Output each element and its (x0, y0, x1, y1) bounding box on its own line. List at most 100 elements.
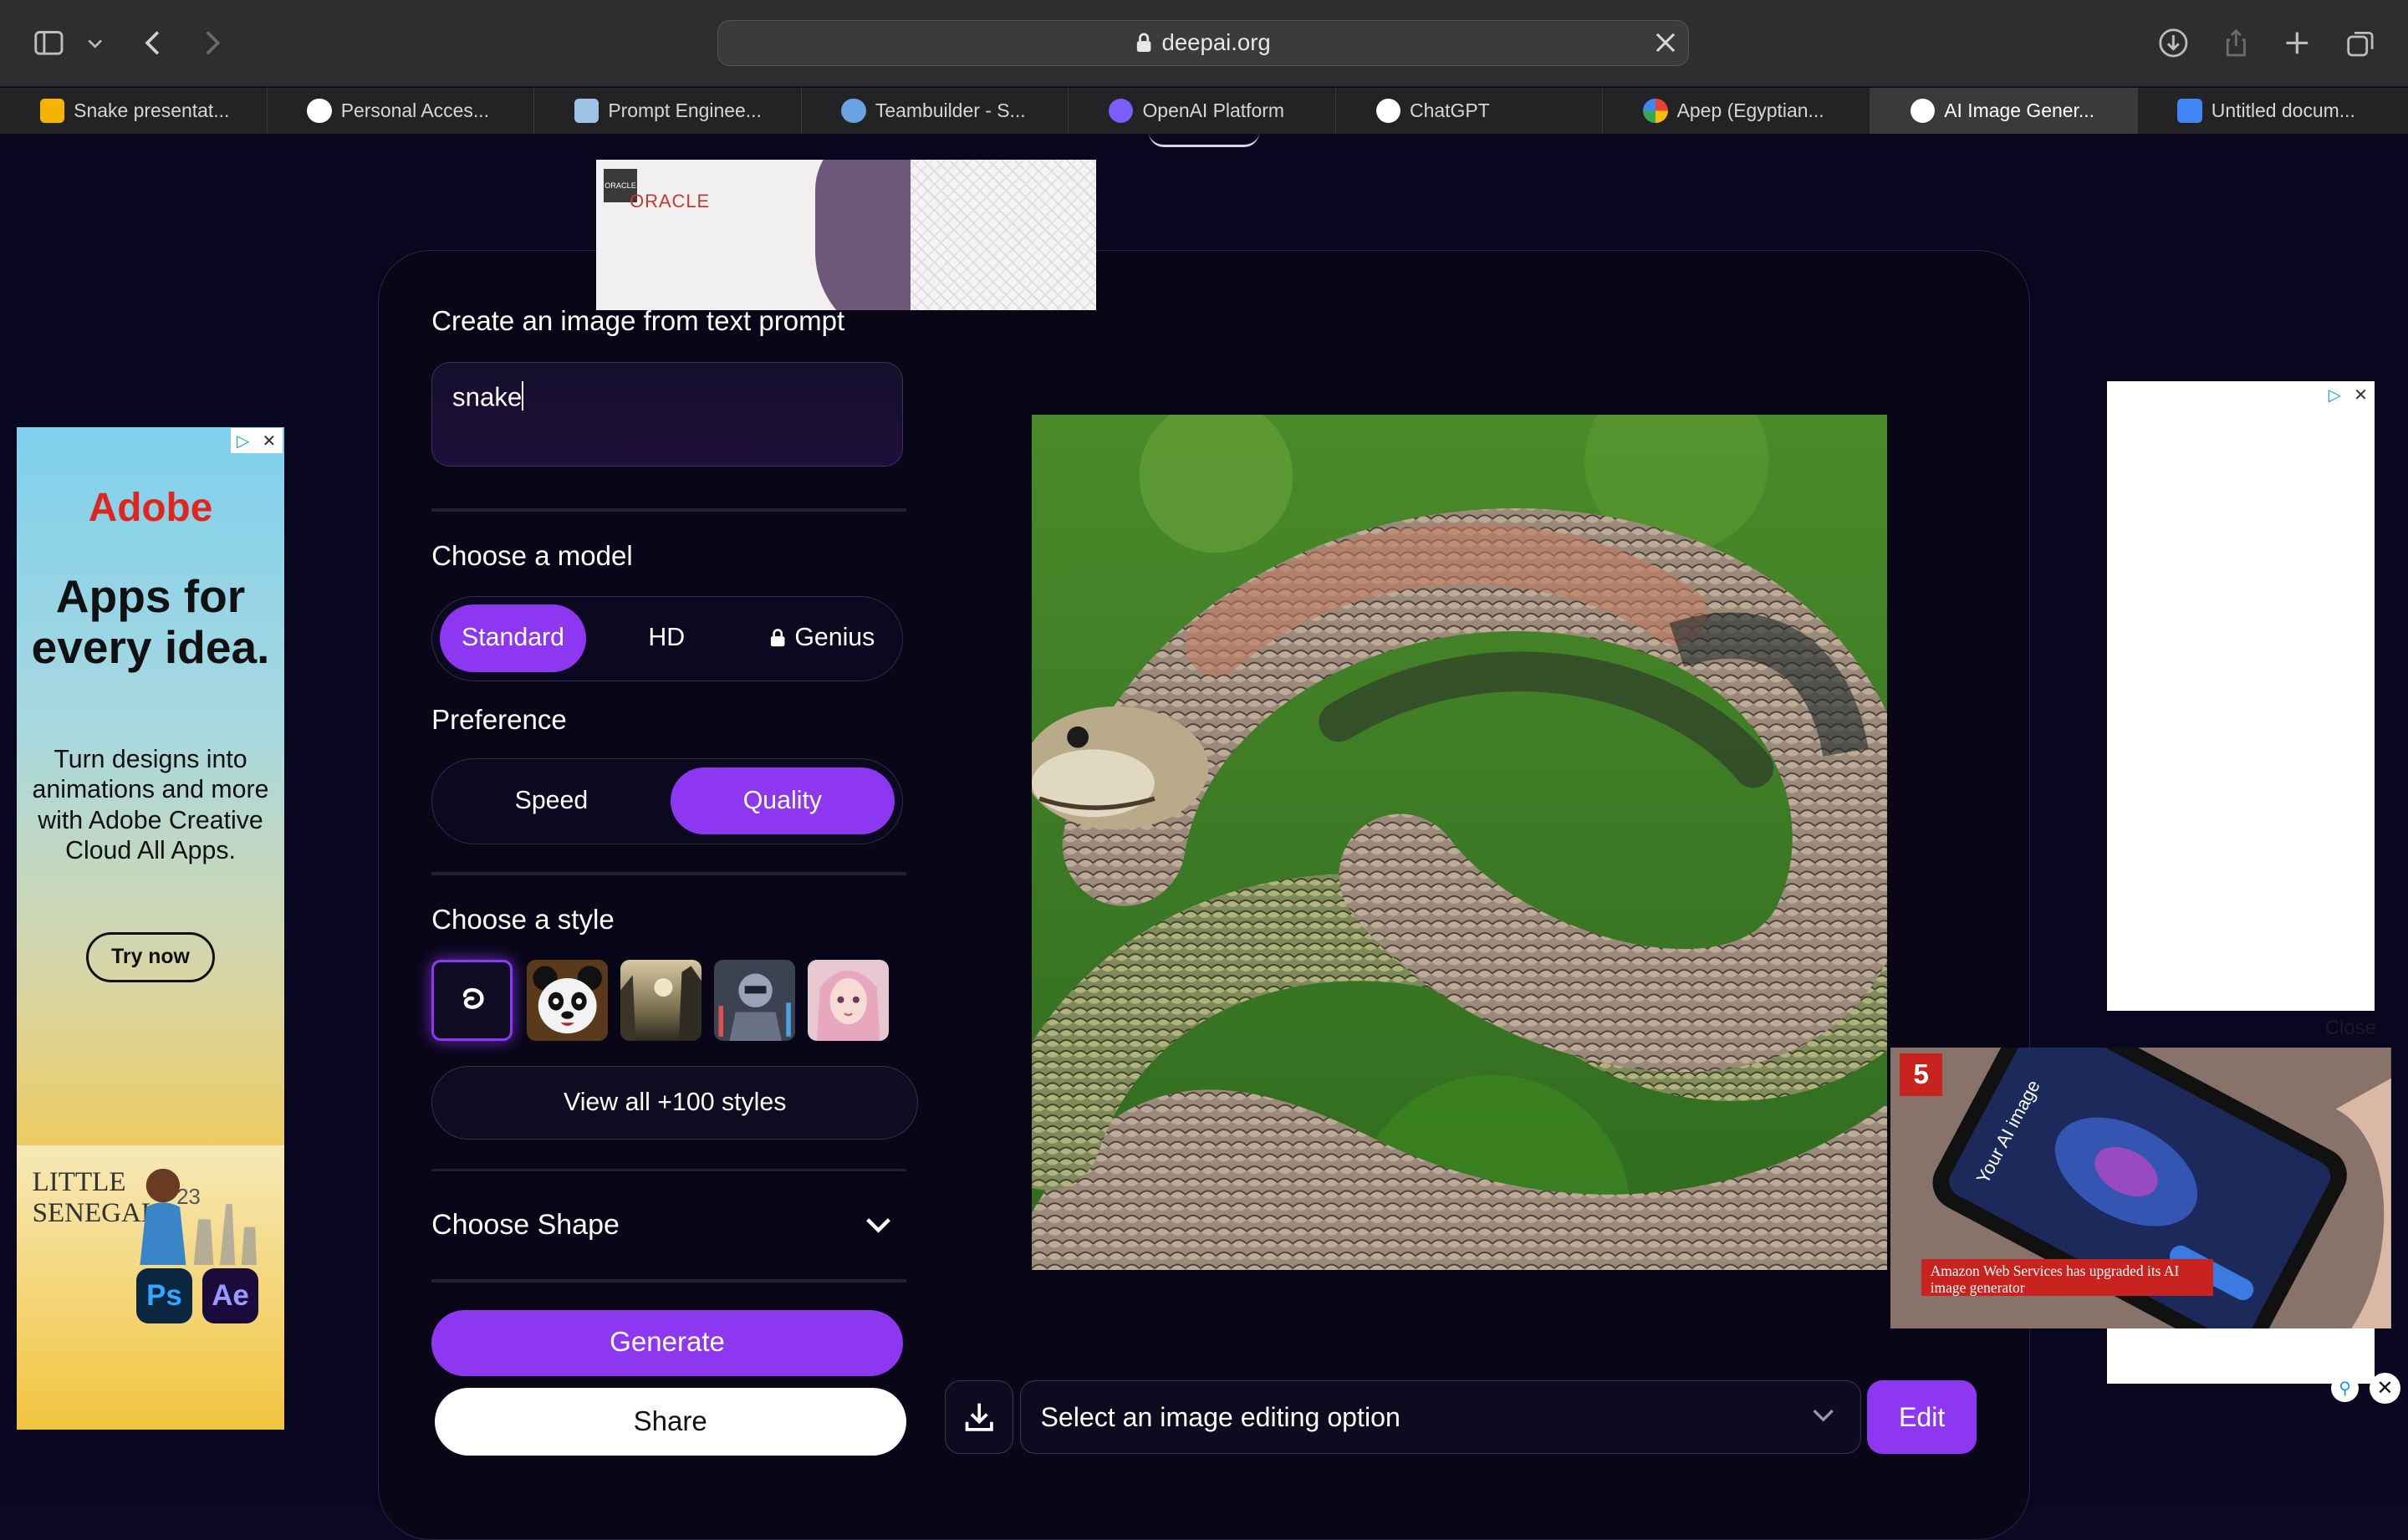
adobe-logo: Adobe (88, 486, 213, 531)
adchoices-triangle-icon: ▷ (236, 431, 250, 451)
text-caret (522, 381, 524, 411)
edit-option-placeholder: Select an image editing option (1040, 1401, 1400, 1432)
lock-icon (770, 629, 785, 647)
edit-button[interactable]: Edit (1867, 1380, 1977, 1455)
clear-url-icon[interactable] (1651, 28, 1679, 56)
adobe-ad[interactable]: Adobe Apps for every idea. Turn designs … (17, 426, 284, 1430)
prompt-input[interactable]: snake (431, 362, 903, 467)
divider (431, 872, 906, 875)
tab-overview-icon[interactable] (2345, 28, 2376, 59)
edit-option-select[interactable]: Select an image editing option (1019, 1380, 1862, 1455)
tab-bar: Snake presentat... Personal Acces... Pro… (0, 87, 2408, 134)
close-icon[interactable]: ✕ (2354, 385, 2368, 405)
channel-5-logo: 5 (1899, 1053, 1943, 1097)
choose-shape-dropdown[interactable]: Choose Shape (431, 1204, 892, 1247)
tab-active[interactable]: AI Image Gener... (1870, 87, 2138, 134)
after-effects-icon: Ae (202, 1268, 258, 1324)
preference-selector: Speed Quality (431, 758, 903, 845)
snake-image-icon (1032, 414, 1888, 1270)
style-fantasy-landscape[interactable] (620, 959, 702, 1042)
deepai-icon (1910, 98, 1936, 123)
model-option-hd[interactable]: HD (601, 604, 732, 672)
divider (431, 507, 906, 512)
genius-label: Genius (794, 624, 875, 652)
tab[interactable]: Prompt Enginee... (534, 87, 802, 134)
ad-info-icon[interactable]: ⚲ (2331, 1374, 2360, 1402)
right-ad-slot[interactable] (2106, 380, 2375, 1011)
chevron-down-icon (866, 1217, 890, 1233)
share-icon[interactable] (2221, 28, 2252, 59)
download-button[interactable] (944, 1380, 1014, 1455)
chatgpt-icon (1375, 98, 1401, 123)
model-label: Choose a model (431, 540, 633, 572)
adchoices-triangle-icon: ▷ (2328, 385, 2342, 405)
tab[interactable]: Personal Acces... (268, 87, 535, 134)
panda-icon (526, 959, 609, 1042)
shape-label: Choose Shape (431, 1209, 620, 1242)
browser-toolbar: deepai.org (0, 0, 2408, 87)
style-label: Choose a style (431, 904, 615, 936)
landscape-icon (620, 959, 702, 1042)
magnifier-icon: ⚲ (2339, 1379, 2352, 1398)
lock-icon (1135, 33, 1152, 53)
tab[interactable]: Teambuilder - S... (802, 87, 1069, 134)
google-icon (1643, 98, 1668, 123)
robot-icon (714, 959, 796, 1042)
try-now-button[interactable]: Try now (85, 931, 216, 983)
preference-label: Preference (431, 705, 567, 737)
generate-button[interactable]: Generate (431, 1309, 903, 1376)
model-selector: Standard HD Genius (431, 595, 903, 682)
close-icon[interactable]: ✕ (263, 431, 277, 451)
address-bar[interactable]: deepai.org (717, 19, 1690, 66)
child-illustration-icon (140, 1168, 257, 1266)
prompt-text: snake (452, 382, 523, 412)
chevron-down-icon[interactable] (83, 28, 107, 59)
divider (431, 1278, 906, 1282)
ad-choices-icon[interactable]: ▷ ✕ (2322, 382, 2375, 407)
model-option-genius[interactable]: Genius (752, 604, 893, 672)
view-all-styles-button[interactable]: View all +100 styles (431, 1065, 919, 1140)
ad-choices-icon[interactable]: ▷ ✕ (230, 428, 283, 453)
preference-option-quality[interactable]: Quality (670, 767, 895, 835)
generated-image[interactable] (1032, 414, 1888, 1270)
forward-icon[interactable] (196, 28, 227, 59)
divider (431, 1168, 906, 1172)
slides-icon (39, 98, 65, 123)
swirl-icon (462, 988, 484, 1010)
logo-arc (1148, 132, 1260, 147)
tab[interactable]: Apep (Egyptian... (1603, 87, 1871, 134)
style-cyber-robot[interactable] (714, 959, 796, 1042)
download-icon (965, 1403, 993, 1431)
style-anime-portrait[interactable] (808, 959, 890, 1042)
adobe-headline: Apps for every idea. (31, 570, 270, 673)
url-text: deepai.org (1161, 29, 1271, 56)
prompt-doc-icon (574, 98, 599, 123)
new-tab-icon[interactable] (2282, 28, 2313, 59)
tab[interactable]: Untitled docum... (2138, 88, 2405, 134)
prompt-label: Create an image from text prompt (431, 305, 845, 337)
photoshop-icon: Ps (136, 1268, 192, 1324)
style-panda[interactable] (526, 959, 609, 1042)
chevron-down-icon (1813, 1409, 1834, 1422)
news-caption: Amazon Web Services has upgraded its AI … (1921, 1259, 2213, 1297)
oracle-ad-banner[interactable]: ORACLE ORACLE (595, 160, 1097, 310)
oracle-logo: ORACLE (630, 190, 711, 212)
openai-icon (1109, 98, 1134, 123)
style-default-swirl[interactable] (431, 959, 513, 1042)
downloads-icon[interactable] (2158, 28, 2189, 59)
close-ad-icon[interactable]: ✕ (2370, 1373, 2400, 1404)
model-option-standard[interactable]: Standard (440, 604, 586, 672)
tab[interactable]: OpenAI Platform (1069, 87, 1336, 134)
github-icon (307, 98, 332, 123)
tab[interactable]: Snake presentat... (0, 87, 268, 134)
right-ad-slot-lower[interactable] (2106, 1328, 2375, 1384)
tab[interactable]: ChatGPT (1336, 87, 1604, 134)
teambuilder-icon (841, 98, 866, 123)
preference-option-speed[interactable]: Speed (440, 767, 662, 835)
video-ad-player[interactable]: 5 Your AI image Amazon Web Services has … (1890, 1047, 2391, 1328)
video-close-label[interactable]: Close (2325, 1017, 2376, 1040)
adobe-subtext: Turn designs into animations and more wi… (32, 745, 269, 864)
back-icon[interactable] (138, 28, 169, 59)
sidebar-toggle-icon[interactable] (33, 28, 64, 59)
share-button[interactable]: Share (434, 1388, 906, 1456)
